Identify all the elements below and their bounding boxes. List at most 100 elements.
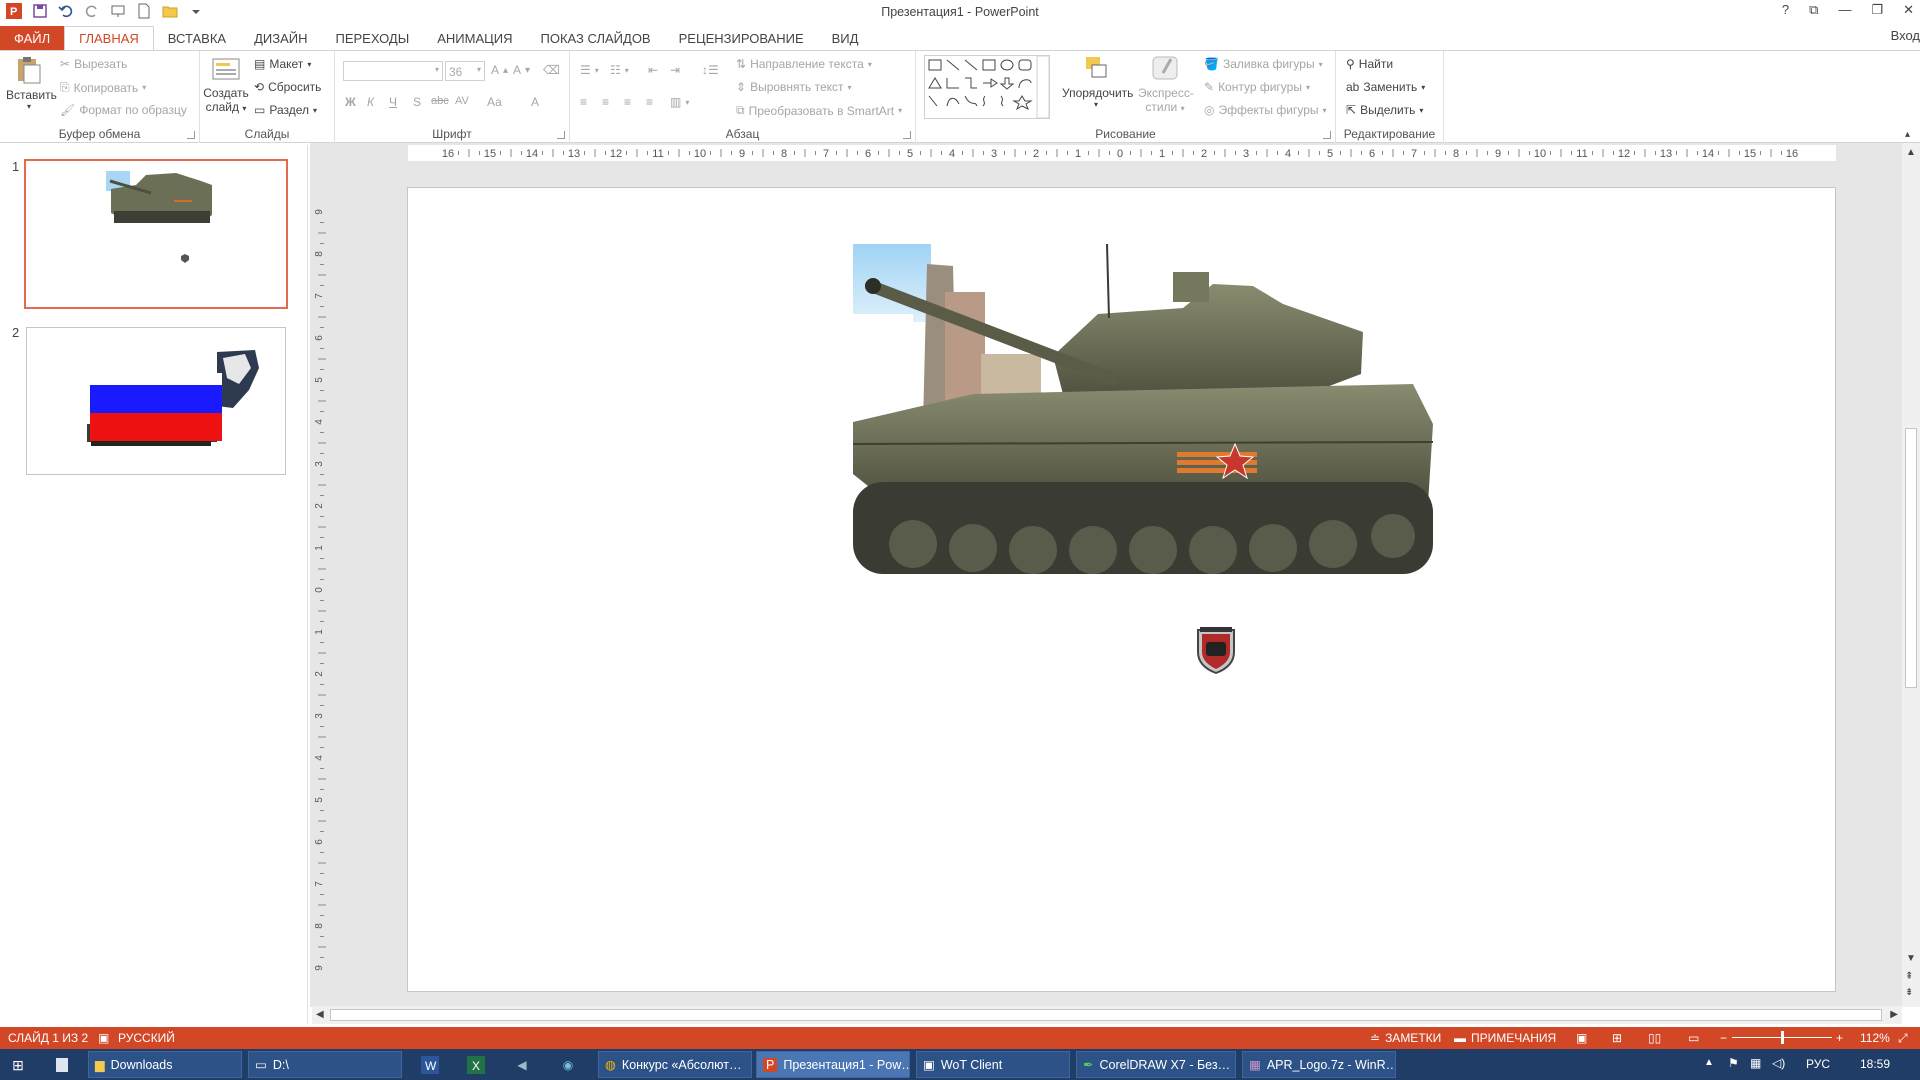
horizontal-scrollbar[interactable]: ◀ ▶ xyxy=(312,1006,1902,1024)
copy-button[interactable]: ⎘ Копировать ▾ xyxy=(60,80,146,95)
font-color-button[interactable]: A xyxy=(531,95,539,109)
close-button[interactable]: ✕ xyxy=(1903,2,1914,18)
zoom-out-button[interactable]: − xyxy=(1720,1031,1727,1045)
char-spacing-button[interactable]: AV xyxy=(455,95,469,107)
shapes-gallery[interactable] xyxy=(924,55,1050,119)
tray-expand-icon[interactable]: ▲ xyxy=(1704,1057,1714,1068)
select-button[interactable]: ⇱ Выделить ▾ xyxy=(1346,103,1423,117)
quick-styles-button[interactable]: Экспресс- стили ▾ xyxy=(1138,53,1194,114)
text-direction-button[interactable]: ⇅ Направление текста ▾ xyxy=(736,57,872,71)
font-launcher-icon[interactable] xyxy=(557,131,565,139)
normal-view-icon[interactable]: ▣ xyxy=(1576,1031,1587,1045)
reset-button[interactable]: ⟲ Сбросить xyxy=(254,80,321,94)
taskbar-item-chrome[interactable]: ◍ Конкурс «Абсолют… xyxy=(598,1051,752,1078)
cut-button[interactable]: ✂ Вырезать xyxy=(60,57,127,71)
tray-network-icon[interactable]: ▦ xyxy=(1750,1056,1761,1070)
clipboard-launcher-icon[interactable] xyxy=(187,131,195,139)
tray-flag-icon[interactable]: ⚑ xyxy=(1728,1056,1739,1070)
tab-design[interactable]: ДИЗАЙН xyxy=(240,26,321,50)
taskbar-item-drive-d[interactable]: ▭ D:\ xyxy=(248,1051,402,1078)
tray-volume-icon[interactable]: ◁) xyxy=(1772,1056,1785,1070)
shape-effects-button[interactable]: ◎ Эффекты фигуры ▾ xyxy=(1204,103,1327,117)
bullets-button[interactable]: ☰ ▾ xyxy=(580,63,599,77)
zoom-in-button[interactable]: + xyxy=(1836,1031,1843,1045)
desktop-icon[interactable] xyxy=(50,1053,74,1077)
scroll-left-icon[interactable]: ◀ xyxy=(316,1009,324,1020)
layout-button[interactable]: ▤ Макет ▾ xyxy=(254,57,311,71)
font-name-input[interactable]: ▾ xyxy=(343,61,443,81)
shadow-button[interactable]: S xyxy=(413,95,421,109)
word-icon[interactable]: W xyxy=(418,1053,442,1077)
find-button[interactable]: ⚲ Найти xyxy=(1346,57,1393,71)
next-slide-icon[interactable]: ⇟ xyxy=(1905,987,1913,998)
windows-start-icon[interactable]: ⊞ xyxy=(6,1053,30,1077)
vertical-scrollbar[interactable]: ▲ ▼ ⇞ ⇟ xyxy=(1902,143,1920,1007)
slide-sorter-icon[interactable]: ⊞ xyxy=(1612,1031,1622,1045)
restore-button[interactable]: ❐ xyxy=(1871,2,1883,18)
reading-view-icon[interactable]: ▯▯ xyxy=(1648,1031,1661,1045)
shrink-font-button[interactable]: A ▾ xyxy=(513,63,530,77)
italic-button[interactable]: К xyxy=(367,95,374,109)
section-button[interactable]: ▭ Раздел ▾ xyxy=(254,103,317,117)
ribbon-display-button[interactable]: ⧉ xyxy=(1809,2,1818,18)
bold-button[interactable]: Ж xyxy=(345,95,356,109)
taskbar-item-wot-client[interactable]: ▣ WoT Client xyxy=(916,1051,1070,1078)
align-text-button[interactable]: ⇕ Выровнять текст ▾ xyxy=(736,80,852,94)
excel-icon[interactable]: X xyxy=(464,1053,488,1077)
align-right-button[interactable]: ≡ xyxy=(624,95,631,109)
clear-format-icon[interactable]: ⌫ xyxy=(543,63,560,77)
slide-thumbnail-1[interactable] xyxy=(24,159,288,309)
tab-animations[interactable]: АНИМАЦИЯ xyxy=(423,26,526,50)
slideshow-icon[interactable]: ▭ xyxy=(1688,1031,1699,1045)
input-language[interactable]: РУС xyxy=(1806,1057,1830,1071)
tab-slideshow[interactable]: ПОКАЗ СЛАЙДОВ xyxy=(527,26,665,50)
justify-button[interactable]: ≡ xyxy=(646,95,653,109)
change-case-button[interactable]: Аа xyxy=(487,95,502,109)
strikethrough-button[interactable]: abc xyxy=(431,95,449,107)
zoom-level[interactable]: 112% xyxy=(1860,1031,1890,1045)
taskbar-item-coreldraw[interactable]: ✒ CorelDRAW X7 - Без… xyxy=(1076,1051,1236,1078)
scroll-down-icon[interactable]: ▼ xyxy=(1906,953,1916,964)
sign-in-link[interactable]: Вход xyxy=(1891,28,1920,43)
browser-globe-icon[interactable]: ◉ xyxy=(556,1053,580,1077)
fist-logo-image[interactable] xyxy=(1194,624,1238,674)
tab-view[interactable]: ВИД xyxy=(818,26,873,50)
help-button[interactable]: ? xyxy=(1782,2,1789,18)
scroll-up-icon[interactable]: ▲ xyxy=(1906,147,1916,158)
tab-home[interactable]: ГЛАВНАЯ xyxy=(64,26,154,50)
columns-button[interactable]: ▥ ▾ xyxy=(670,95,689,109)
replace-button[interactable]: ab Заменить ▾ xyxy=(1346,80,1425,94)
format-painter-button[interactable]: 🖌 Формат по образцу xyxy=(60,103,187,117)
media-player-icon[interactable]: ◀ xyxy=(510,1053,534,1077)
taskbar-item-winrar[interactable]: ▦ APR_Logo.7z - WinR… xyxy=(1242,1051,1396,1078)
underline-button[interactable]: Ч xyxy=(389,95,397,109)
tab-file[interactable]: ФАЙЛ xyxy=(0,26,65,50)
increase-indent-button[interactable]: ⇥ xyxy=(670,63,680,77)
current-slide[interactable] xyxy=(407,187,1836,992)
decrease-indent-button[interactable]: ⇤ xyxy=(648,63,658,77)
notes-button[interactable]: ≐ ЗАМЕТКИ xyxy=(1370,1031,1441,1045)
horizontal-scroll-thumb[interactable] xyxy=(330,1009,1882,1021)
smartart-button[interactable]: ⧉ Преобразовать в SmartArt ▾ xyxy=(736,103,902,118)
minimize-button[interactable]: — xyxy=(1838,2,1851,18)
paste-button[interactable]: Вставить ▾ xyxy=(6,55,57,111)
collapse-ribbon-icon[interactable]: ▴ xyxy=(1905,129,1910,140)
taskbar-item-downloads[interactable]: ▆ Downloads xyxy=(88,1051,242,1078)
comments-button[interactable]: ▬ ПРИМЕЧАНИЯ xyxy=(1454,1031,1556,1045)
paragraph-launcher-icon[interactable] xyxy=(903,131,911,139)
shape-outline-button[interactable]: ✎ Контур фигуры ▾ xyxy=(1204,80,1310,94)
vertical-scroll-thumb[interactable] xyxy=(1905,428,1917,688)
new-slide-button[interactable]: Создать слайд ▾ xyxy=(202,55,250,114)
tab-insert[interactable]: ВСТАВКА xyxy=(154,26,240,50)
shape-fill-button[interactable]: 🪣 Заливка фигуры ▾ xyxy=(1204,57,1323,71)
tank-image[interactable] xyxy=(853,244,1443,594)
slide-thumbnail-2[interactable] xyxy=(26,327,286,475)
spell-check-icon[interactable]: ▣ xyxy=(98,1031,109,1045)
drawing-launcher-icon[interactable] xyxy=(1323,131,1331,139)
previous-slide-icon[interactable]: ⇞ xyxy=(1905,971,1913,982)
line-spacing-button[interactable]: ↕☰ xyxy=(702,63,719,77)
language-indicator[interactable]: РУССКИЙ xyxy=(118,1031,175,1045)
zoom-slider-thumb[interactable] xyxy=(1781,1031,1784,1044)
tab-transitions[interactable]: ПЕРЕХОДЫ xyxy=(322,26,424,50)
font-size-input[interactable]: 36 ▾ xyxy=(445,61,485,81)
